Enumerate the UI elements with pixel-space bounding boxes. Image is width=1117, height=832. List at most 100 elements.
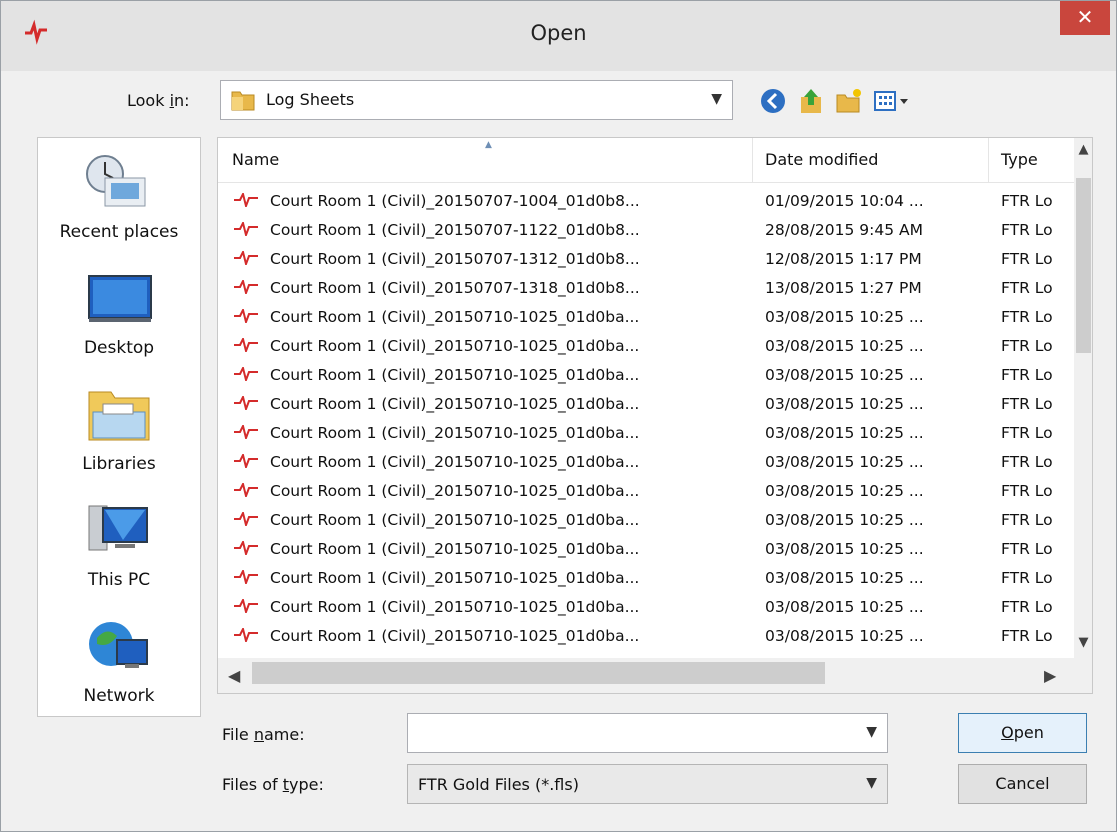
place-network[interactable]: Network	[38, 608, 200, 718]
open-button[interactable]: Open	[958, 713, 1087, 753]
vertical-scroll-thumb[interactable]	[1076, 178, 1091, 353]
back-arrow-icon[interactable]	[759, 87, 787, 115]
column-divider[interactable]	[988, 138, 989, 182]
date-modified-cell: 03/08/2015 10:25 ...	[765, 424, 924, 442]
close-button[interactable]: ✕	[1060, 1, 1110, 35]
type-cell: FTR Lo	[1001, 192, 1053, 210]
recent-places-icon	[86, 155, 146, 207]
ftr-log-icon	[234, 280, 258, 294]
type-cell: FTR Lo	[1001, 395, 1053, 413]
places-bar: Recent places Desktop Libraries This PC …	[37, 137, 201, 717]
sort-ascending-icon: ▲	[485, 140, 492, 150]
column-header-name[interactable]: Name	[232, 150, 279, 169]
ftr-log-icon	[234, 512, 258, 526]
scroll-corner	[1074, 658, 1092, 693]
column-divider[interactable]	[752, 138, 753, 182]
date-modified-cell: 12/08/2015 1:17 PM	[765, 250, 922, 268]
file-name-field[interactable]: ▼	[407, 713, 888, 753]
type-cell: FTR Lo	[1001, 337, 1053, 355]
date-modified-cell: 13/08/2015 1:27 PM	[765, 279, 922, 297]
file-row[interactable]: Court Room 1 (Civil)_20150710-1025_01d0b…	[218, 535, 1074, 564]
file-type-label: Files of type:	[222, 775, 324, 794]
date-modified-cell: 03/08/2015 10:25 ...	[765, 627, 924, 645]
place-desktop[interactable]: Desktop	[38, 260, 200, 370]
type-cell: FTR Lo	[1001, 250, 1053, 268]
file-row[interactable]: Court Room 1 (Civil)_20150710-1025_01d0b…	[218, 332, 1074, 361]
chevron-down-icon[interactable]: ▼	[866, 724, 877, 740]
desktop-icon	[88, 275, 152, 322]
file-name-cell: Court Room 1 (Civil)_20150710-1025_01d0b…	[270, 308, 640, 326]
chevron-down-icon: ▼	[711, 91, 722, 107]
file-row[interactable]: Court Room 1 (Civil)_20150710-1025_01d0b…	[218, 448, 1074, 477]
scroll-left-icon[interactable]: ◀	[228, 666, 240, 685]
up-folder-icon[interactable]	[797, 87, 825, 115]
look-in-value: Log Sheets	[266, 90, 355, 109]
file-row[interactable]: Court Room 1 (Civil)_20150710-1025_01d0b…	[218, 564, 1074, 593]
ftr-log-icon	[234, 396, 258, 410]
file-name-cell: Court Room 1 (Civil)_20150710-1025_01d0b…	[270, 598, 640, 616]
file-row[interactable]: Court Room 1 (Civil)_20150710-1025_01d0b…	[218, 361, 1074, 390]
file-type-dropdown[interactable]: FTR Gold Files (*.fls) ▼	[407, 764, 888, 804]
file-name-cell: Court Room 1 (Civil)_20150710-1025_01d0b…	[270, 569, 640, 587]
date-modified-cell: 03/08/2015 10:25 ...	[765, 337, 924, 355]
file-row[interactable]: Court Room 1 (Civil)_20150707-1312_01d0b…	[218, 245, 1074, 274]
look-in-dropdown[interactable]: Log Sheets ▼	[220, 80, 733, 120]
date-modified-cell: 03/08/2015 10:25 ...	[765, 511, 924, 529]
file-row[interactable]: Court Room 1 (Civil)_20150707-1318_01d0b…	[218, 274, 1074, 303]
file-row[interactable]: Court Room 1 (Civil)_20150710-1025_01d0b…	[218, 303, 1074, 332]
scroll-down-icon[interactable]: ▼	[1074, 635, 1092, 650]
this-pc-icon	[88, 505, 148, 551]
date-modified-cell: 03/08/2015 10:25 ...	[765, 598, 924, 616]
file-type-value: FTR Gold Files (*.fls)	[418, 775, 579, 794]
file-row[interactable]: Court Room 1 (Civil)_20150707-1004_01d0b…	[218, 187, 1074, 216]
title-bar: Open ✕	[1, 1, 1116, 71]
place-label: Desktop	[83, 338, 155, 358]
scroll-right-icon[interactable]: ▶	[1044, 666, 1056, 685]
column-header-date[interactable]: Date modified	[765, 150, 878, 169]
horizontal-scrollbar[interactable]: ◀ ▶	[218, 658, 1074, 693]
ftr-log-icon	[234, 251, 258, 265]
file-row[interactable]: Court Room 1 (Civil)_20150710-1025_01d0b…	[218, 506, 1074, 535]
date-modified-cell: 01/09/2015 10:04 ...	[765, 192, 924, 210]
ftr-log-icon	[234, 570, 258, 584]
folder-icon	[231, 91, 255, 111]
date-modified-cell: 03/08/2015 10:25 ...	[765, 395, 924, 413]
file-name-cell: Court Room 1 (Civil)_20150710-1025_01d0b…	[270, 540, 640, 558]
file-row[interactable]: Court Room 1 (Civil)_20150710-1025_01d0b…	[218, 477, 1074, 506]
new-folder-icon[interactable]	[835, 87, 863, 115]
scroll-up-icon[interactable]: ▲	[1074, 142, 1092, 157]
type-cell: FTR Lo	[1001, 569, 1053, 587]
file-name-cell: Court Room 1 (Civil)_20150710-1025_01d0b…	[270, 511, 640, 529]
date-modified-cell: 03/08/2015 10:25 ...	[765, 540, 924, 558]
horizontal-scroll-thumb[interactable]	[252, 662, 825, 684]
ftr-log-icon	[234, 193, 258, 207]
file-row[interactable]: Court Room 1 (Civil)_20150710-1025_01d0b…	[218, 390, 1074, 419]
file-row[interactable]: Court Room 1 (Civil)_20150710-1025_01d0b…	[218, 622, 1074, 651]
file-row[interactable]: Court Room 1 (Civil)_20150707-1122_01d0b…	[218, 216, 1074, 245]
type-cell: FTR Lo	[1001, 279, 1053, 297]
place-label: Network	[83, 686, 155, 706]
file-list[interactable]: ▲ Name Date modified Type Court Room 1 (…	[217, 137, 1093, 694]
place-recent-places[interactable]: Recent places	[38, 144, 200, 254]
column-header-row: ▲ Name Date modified Type	[218, 138, 1074, 183]
file-name-cell: Court Room 1 (Civil)_20150707-1312_01d0b…	[270, 250, 640, 268]
file-row[interactable]: Court Room 1 (Civil)_20150710-1025_01d0b…	[218, 593, 1074, 622]
view-menu-icon[interactable]	[873, 87, 913, 115]
file-row[interactable]: Court Room 1 (Civil)_20150710-1025_01d0b…	[218, 419, 1074, 448]
type-cell: FTR Lo	[1001, 366, 1053, 384]
cancel-button[interactable]: Cancel	[958, 764, 1087, 804]
place-this-pc[interactable]: This PC	[38, 492, 200, 602]
place-label: Recent places	[59, 222, 179, 242]
type-cell: FTR Lo	[1001, 540, 1053, 558]
file-name-label: File name:	[222, 725, 305, 744]
type-cell: FTR Lo	[1001, 424, 1053, 442]
file-rows: Court Room 1 (Civil)_20150707-1004_01d0b…	[218, 187, 1074, 651]
ftr-log-icon	[234, 367, 258, 381]
file-name-cell: Court Room 1 (Civil)_20150710-1025_01d0b…	[270, 424, 640, 442]
column-header-type[interactable]: Type	[1001, 150, 1038, 169]
vertical-scrollbar[interactable]: ▲ ▼	[1074, 138, 1092, 658]
ftr-log-icon	[234, 454, 258, 468]
date-modified-cell: 03/08/2015 10:25 ...	[765, 308, 924, 326]
ftr-log-icon	[234, 541, 258, 555]
place-libraries[interactable]: Libraries	[38, 376, 200, 486]
